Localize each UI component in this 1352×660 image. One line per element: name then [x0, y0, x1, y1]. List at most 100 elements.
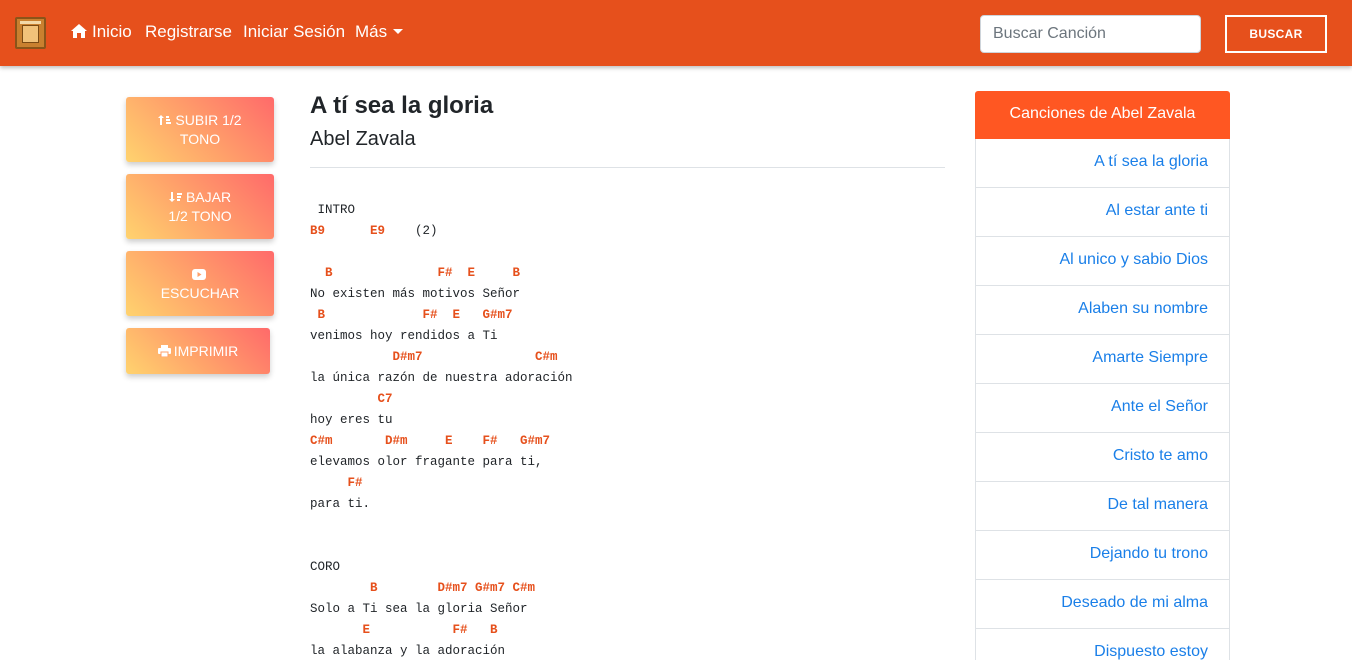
- lyric-line: elevamos olor fragante para ti,: [310, 452, 573, 473]
- artist-song-link[interactable]: Alaben su nombre: [1078, 300, 1208, 317]
- lyric-line: [310, 536, 573, 557]
- chord-text: C7: [310, 392, 393, 406]
- nav-home-label: Inicio: [92, 22, 132, 41]
- artist-song-link[interactable]: Amarte Siempre: [1092, 349, 1208, 366]
- chord-line: B9 E9 (2): [310, 221, 573, 242]
- artist-song-link[interactable]: Cristo te amo: [1113, 447, 1208, 464]
- sort-up-icon: [158, 114, 172, 125]
- listen-icon-wrap: [191, 265, 209, 284]
- artist-song-item[interactable]: Amarte Siempre: [975, 335, 1230, 384]
- raise-semitone-line2: TONO: [179, 130, 221, 147]
- lyric-text: INTRO: [310, 203, 356, 217]
- artist-song-link[interactable]: Deseado de mi alma: [1061, 594, 1208, 611]
- artist-song-link[interactable]: Al unico y sabio Dios: [1059, 251, 1208, 268]
- lyric-text: para ti.: [310, 497, 371, 511]
- artist-song-item[interactable]: Dejando tu trono: [975, 531, 1230, 580]
- artist-song-link[interactable]: A tí sea la gloria: [1094, 153, 1208, 170]
- artist-songs-items: A tí sea la gloria Al estar ante ti Al uni…: [975, 139, 1230, 660]
- chord-line: C7: [310, 389, 573, 410]
- artist-song-item[interactable]: Ante el Señor: [975, 384, 1230, 433]
- lyric-line: venimos hoy rendidos a Ti: [310, 326, 573, 347]
- chord-line: E F# B: [310, 620, 573, 641]
- search-button[interactable]: BUSCAR: [1225, 15, 1327, 53]
- lower-semitone-line1-wrap: BAJAR: [168, 188, 232, 207]
- lyric-text: Solo a Ti sea la gloria Señor: [310, 602, 528, 616]
- artist-song-item[interactable]: Cristo te amo: [975, 433, 1230, 482]
- lyric-line: [310, 515, 573, 536]
- artist-songs-header: Canciones de Abel Zavala: [975, 91, 1230, 139]
- chord-line: B D#m7 G#m7 C#m: [310, 578, 573, 599]
- repeat-note: (2): [385, 224, 438, 238]
- nav-home-link[interactable]: Inicio: [70, 22, 132, 42]
- lyric-text: [310, 539, 318, 553]
- song-lyrics: INTRO B9 E9 (2) B F# E B No existen más mo…: [310, 200, 573, 660]
- chord-text: C#m D#m E F# G#m7: [310, 434, 551, 448]
- youtube-icon: [191, 268, 206, 280]
- title-divider: [310, 167, 945, 168]
- lyric-line: CORO: [310, 557, 573, 578]
- artist-song-item[interactable]: Al estar ante ti: [975, 188, 1230, 237]
- artist-song-item[interactable]: Deseado de mi alma: [975, 580, 1230, 629]
- navbar: Inicio Registrarse Iniciar Sesión Más BU…: [0, 0, 1352, 66]
- raise-semitone-line1-wrap: SUBIR 1/2: [158, 111, 242, 130]
- artist-song-item[interactable]: Alaben su nombre: [975, 286, 1230, 335]
- chord-line: B F# E B: [310, 263, 573, 284]
- chord-text: D#m7 C#m: [310, 350, 558, 364]
- chord-text: B D#m7 G#m7 C#m: [310, 581, 536, 595]
- print-button[interactable]: IMPRIMIR: [126, 328, 270, 374]
- lyric-text: la única razón de nuestra adoración: [310, 371, 573, 385]
- print-icon: [157, 344, 171, 357]
- lyric-line: hoy eres tu: [310, 410, 573, 431]
- artist-song-link[interactable]: De tal manera: [1108, 496, 1209, 513]
- lyric-line: Solo a Ti sea la gloria Señor: [310, 599, 573, 620]
- chord-text: B9 E9: [310, 224, 386, 238]
- nav-more-dropdown[interactable]: Más: [355, 22, 404, 42]
- search-input[interactable]: [980, 15, 1201, 53]
- nav-more-label: Más: [355, 22, 388, 41]
- home-icon: [71, 24, 87, 38]
- logo-book-icon: [22, 25, 39, 43]
- lyric-text: hoy eres tu: [310, 413, 393, 427]
- song-artist: Abel Zavala: [310, 128, 416, 150]
- lyric-text: la alabanza y la adoración: [310, 644, 506, 658]
- sort-down-icon: [168, 191, 182, 202]
- lyric-text: CORO: [310, 560, 341, 574]
- lyric-line: para ti.: [310, 494, 573, 515]
- lower-semitone-line1: BAJAR: [185, 188, 232, 205]
- lyric-text: No existen más motivos Señor: [310, 287, 521, 301]
- artist-song-link[interactable]: Al estar ante ti: [1106, 202, 1208, 219]
- artist-song-item[interactable]: De tal manera: [975, 482, 1230, 531]
- chord-line: F#: [310, 473, 573, 494]
- logo-bar: [20, 21, 41, 24]
- chord-text: E F# B: [310, 623, 498, 637]
- lyric-line: INTRO: [310, 200, 573, 221]
- lyric-text: [310, 518, 318, 532]
- raise-semitone-button[interactable]: SUBIR 1/2 TONO: [126, 97, 274, 162]
- nav-login-link[interactable]: Iniciar Sesión: [243, 22, 345, 42]
- artist-song-link[interactable]: Ante el Señor: [1111, 398, 1208, 415]
- raise-semitone-line1: SUBIR 1/2: [175, 111, 242, 128]
- site-logo[interactable]: [15, 17, 46, 49]
- print-label-wrap: IMPRIMIR: [157, 342, 238, 361]
- song-title: A tí sea la gloria: [310, 92, 494, 119]
- nav-register-link[interactable]: Registrarse: [145, 22, 232, 42]
- lyric-text: elevamos olor fragante para ti,: [310, 455, 543, 469]
- lower-semitone-button[interactable]: BAJAR 1/2 TONO: [126, 174, 274, 239]
- chord-text: B F# E B: [310, 266, 521, 280]
- lyric-line: No existen más motivos Señor: [310, 284, 573, 305]
- listen-button[interactable]: ESCUCHAR: [126, 251, 274, 316]
- artist-song-item[interactable]: Al unico y sabio Dios: [975, 237, 1230, 286]
- artist-song-link[interactable]: Dispuesto estoy: [1094, 643, 1208, 660]
- lyric-text: [310, 245, 318, 259]
- lyric-text: venimos hoy rendidos a Ti: [310, 329, 498, 343]
- chord-line: B F# E G#m7: [310, 305, 573, 326]
- artist-song-link[interactable]: Dejando tu trono: [1090, 545, 1208, 562]
- listen-label: ESCUCHAR: [160, 284, 240, 301]
- chord-line: D#m7 C#m: [310, 347, 573, 368]
- chord-text: F#: [310, 476, 363, 490]
- artist-songs-list: Canciones de Abel Zavala A tí sea la glo…: [975, 91, 1230, 660]
- chevron-down-icon: [393, 29, 404, 34]
- artist-song-item[interactable]: Dispuesto estoy: [975, 629, 1230, 660]
- artist-song-item[interactable]: A tí sea la gloria: [975, 139, 1230, 188]
- lyric-line: la alabanza y la adoración: [310, 641, 573, 660]
